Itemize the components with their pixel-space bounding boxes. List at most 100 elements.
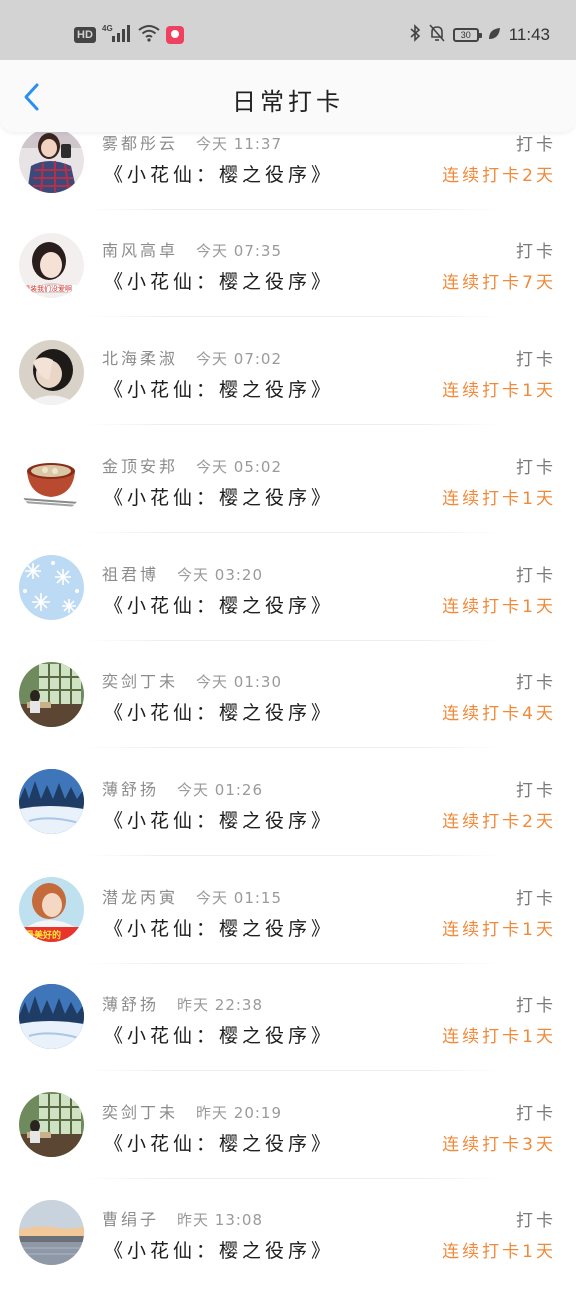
user-name-text: 金顶安邦	[102, 457, 179, 476]
network-type: 4G	[102, 24, 113, 33]
book-title: 《小花仙：樱之役序》	[104, 487, 335, 509]
avatar-snow-forest	[19, 984, 84, 1049]
app-notification-icon	[165, 26, 184, 44]
app-header: 日常打卡	[0, 60, 576, 132]
book-title: 《小花仙：樱之役序》	[104, 1240, 335, 1262]
avatar-snowflakes	[19, 555, 84, 620]
avatar-sunset-lake	[19, 1200, 84, 1265]
user-name: 雾都彤云 今天 11:37	[102, 130, 282, 154]
streak-label: 连续打卡2天	[442, 812, 556, 832]
list-item[interactable]: 金顶安邦 今天 05:02 打卡 《小花仙：樱之役序》 连续打卡1天	[0, 449, 576, 560]
user-name: 薄舒扬 今天 01:26	[102, 776, 263, 800]
user-name: 祖君博 今天 03:20	[102, 561, 263, 585]
streak-label: 连续打卡7天	[442, 273, 556, 293]
checkin-label: 打卡	[516, 1104, 556, 1124]
checkin-label: 打卡	[516, 135, 556, 155]
status-right: 30 11:43	[409, 24, 550, 46]
svg-text:最美好的: 最美好的	[25, 929, 61, 941]
bluetooth-icon	[409, 24, 421, 46]
list-item[interactable]: 曹绢子 昨天 13:08 打卡 《小花仙：樱之役序》 连续打卡1天	[0, 1200, 576, 1313]
checkin-label: 打卡	[516, 350, 556, 370]
checkin-label: 打卡	[516, 458, 556, 478]
status-bar: HD 4G 30 11:43	[0, 0, 576, 60]
user-name: 北海柔淑 今天 07:02	[102, 345, 282, 369]
list-item[interactable]: 薄舒扬 昨天 22:38 打卡 《小花仙：樱之役序》 连续打卡1天	[0, 984, 576, 1098]
user-name-text: 奕剑丁未	[102, 1103, 179, 1122]
book-title: 《小花仙：樱之役序》	[104, 1133, 335, 1155]
avatar[interactable]: 想装我们没爱啊	[19, 233, 84, 298]
avatar[interactable]	[19, 662, 84, 727]
user-name-text: 南风高卓	[102, 241, 179, 260]
user-name: 金顶安邦 今天 05:02	[102, 453, 282, 477]
list-item[interactable]: 薄舒扬 今天 01:26 打卡 《小花仙：樱之役序》 连续打卡2天	[0, 769, 576, 883]
book-title: 《小花仙：樱之役序》	[104, 810, 335, 832]
avatar[interactable]	[19, 128, 84, 193]
user-name-text: 曹绢子	[102, 1210, 160, 1229]
divider	[84, 855, 504, 856]
streak-label: 连续打卡3天	[442, 1135, 556, 1155]
avatar-classroom	[19, 1092, 84, 1157]
book-title: 《小花仙：樱之役序》	[104, 702, 335, 724]
user-name: 曹绢子 昨天 13:08	[102, 1206, 263, 1230]
battery-icon: 30	[452, 28, 482, 42]
checkin-label: 打卡	[516, 781, 556, 801]
signal-icon: 4G	[102, 23, 132, 47]
streak-label: 连续打卡1天	[442, 1242, 556, 1262]
avatar[interactable]	[19, 769, 84, 834]
divider	[84, 747, 504, 748]
list-item[interactable]: 奕剑丁未 今天 01:30 打卡 《小花仙：樱之役序》 连续打卡4天	[0, 662, 576, 775]
checkin-time: 昨天 22:38	[177, 996, 264, 1014]
user-name-text: 潜龙丙寅	[102, 888, 179, 907]
book-title: 《小花仙：樱之役序》	[104, 918, 335, 940]
book-title: 《小花仙：樱之役序》	[104, 595, 335, 617]
checkin-time: 今天 11:37	[196, 135, 283, 153]
user-name-text: 祖君博	[102, 565, 160, 584]
divider	[84, 532, 504, 533]
list-item[interactable]: 北海柔淑 今天 07:02 打卡 《小花仙：樱之役序》 连续打卡1天	[0, 340, 576, 452]
avatar[interactable]	[19, 984, 84, 1049]
user-name-text: 奕剑丁未	[102, 672, 179, 691]
list-item[interactable]: 雾都彤云 今天 11:37 打卡 《小花仙：樱之役序》 连续打卡2天	[0, 128, 576, 237]
checkin-label: 打卡	[516, 1211, 556, 1231]
streak-label: 连续打卡1天	[442, 381, 556, 401]
clock: 11:43	[508, 25, 550, 44]
avatar-snow-forest	[19, 769, 84, 834]
streak-label: 连续打卡1天	[442, 489, 556, 509]
avatar[interactable]	[19, 340, 84, 405]
list-item[interactable]: 想装我们没爱啊 南风高卓 今天 07:35 打卡 《小花仙：樱之役序》 连续打卡7…	[0, 233, 576, 344]
divider	[84, 1178, 504, 1179]
checkin-time: 今天 01:26	[177, 781, 264, 799]
book-title: 《小花仙：樱之役序》	[104, 379, 335, 401]
avatar[interactable]	[19, 555, 84, 620]
checkin-label: 打卡	[516, 566, 556, 586]
avatar-classroom	[19, 662, 84, 727]
leaf-icon	[487, 26, 501, 45]
streak-label: 连续打卡1天	[442, 920, 556, 940]
user-name: 奕剑丁未 昨天 20:19	[102, 1099, 282, 1123]
streak-label: 连续打卡2天	[442, 166, 556, 186]
divider	[84, 316, 504, 317]
list-item[interactable]: 最美好的 潜龙丙寅 今天 01:15 打卡 《小花仙：樱之役序》 连续打卡1天	[0, 877, 576, 991]
avatar[interactable]	[19, 1200, 84, 1265]
book-title: 《小花仙：樱之役序》	[104, 271, 335, 293]
list-item[interactable]: 祖君博 今天 03:20 打卡 《小花仙：樱之役序》 连续打卡1天	[0, 555, 576, 668]
checkin-time: 昨天 20:19	[196, 1104, 283, 1122]
streak-label: 连续打卡1天	[442, 1027, 556, 1047]
checkin-time: 今天 07:02	[196, 350, 283, 368]
checkin-time: 昨天 13:08	[177, 1211, 264, 1229]
hd-badge: HD	[74, 27, 96, 43]
list-item[interactable]: 奕剑丁未 昨天 20:19 打卡 《小花仙：樱之役序》 连续打卡3天	[0, 1092, 576, 1206]
svg-text:想装我们没爱啊: 想装我们没爱啊	[23, 284, 72, 293]
avatar[interactable]	[19, 1092, 84, 1157]
avatar[interactable]	[19, 449, 84, 514]
wifi-icon	[138, 24, 160, 46]
checkin-label: 打卡	[516, 242, 556, 262]
divider	[84, 640, 504, 641]
avatar[interactable]: 最美好的	[19, 877, 84, 942]
avatar-girl-red-text: 想装我们没爱啊	[19, 233, 84, 298]
checkin-time: 今天 07:35	[196, 242, 283, 260]
status-left: HD 4G	[74, 24, 184, 46]
avatar-girl-hand	[19, 340, 84, 405]
book-title: 《小花仙：樱之役序》	[104, 1025, 335, 1047]
checkin-time: 今天 01:30	[196, 673, 283, 691]
